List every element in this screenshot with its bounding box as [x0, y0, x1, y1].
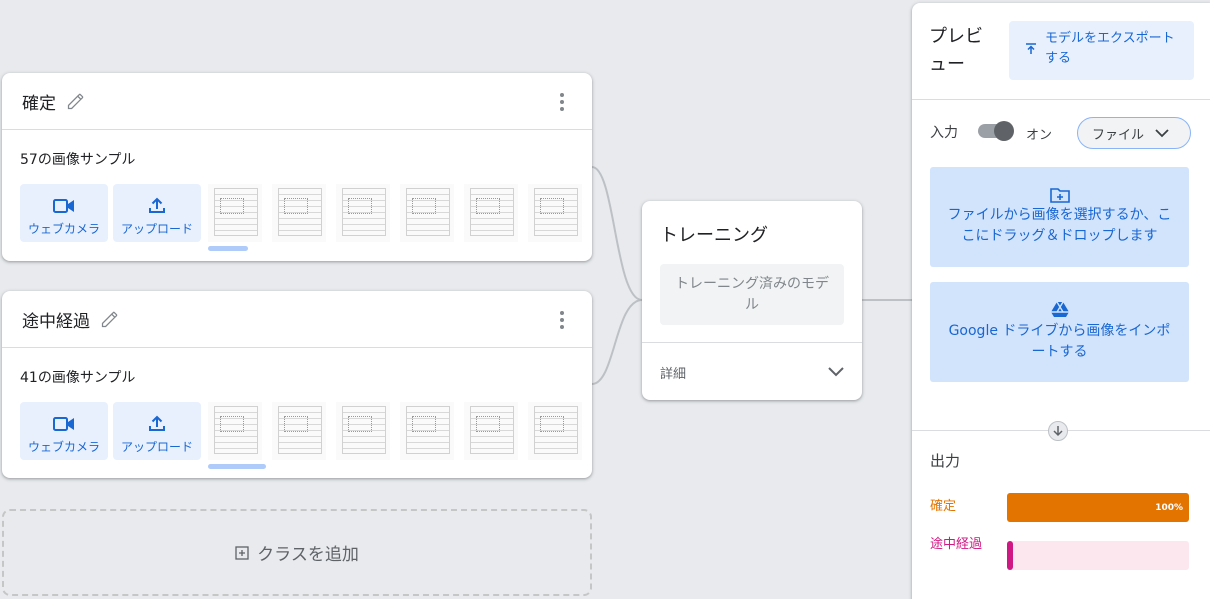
sample-thumbnail[interactable] [208, 402, 262, 460]
class-card-1: 確定 57の画像サンプル ウェブカメラ アップロード [2, 73, 592, 261]
file-drop-label: ファイルから画像を選択するか、ここにドラッグ＆ドロップします [947, 207, 1172, 244]
chevron-down-icon[interactable] [826, 361, 846, 381]
sample-thumbnail[interactable] [528, 402, 582, 460]
sample-thumbnail[interactable] [464, 402, 518, 460]
result-label-1: 確定 [930, 499, 957, 514]
input-toggle[interactable] [978, 121, 1014, 141]
thumbnail-scrollbar[interactable] [208, 246, 248, 251]
add-box-icon [235, 545, 249, 560]
sample-thumbnails[interactable] [208, 402, 592, 460]
thumbnail-scrollbar[interactable] [208, 464, 266, 469]
sample-thumbnail[interactable] [208, 184, 262, 242]
webcam-button[interactable]: ウェブカメラ [20, 402, 108, 460]
sample-thumbnail[interactable] [336, 184, 390, 242]
class-name[interactable]: 確定 [22, 89, 56, 114]
webcam-button[interactable]: ウェブカメラ [20, 184, 108, 242]
sample-thumbnail[interactable] [400, 402, 454, 460]
sample-thumbnail[interactable] [400, 184, 454, 242]
drive-import-label: Google ドライブから画像をインポートする [948, 323, 1171, 360]
sample-count: 57の画像サンプル [20, 152, 136, 168]
more-vert-icon[interactable] [554, 93, 570, 111]
details-toggle[interactable]: 詳細 [660, 363, 686, 382]
add-class-label: クラスを追加 [257, 545, 359, 565]
result-bar-2 [1007, 541, 1189, 570]
videocam-icon [53, 417, 74, 431]
arrow-down-icon [1048, 421, 1068, 441]
class-card-2: 途中経過 41の画像サンプル ウェブカメラ アップロード [2, 291, 592, 478]
export-icon [1026, 43, 1036, 54]
sample-thumbnail[interactable] [272, 184, 326, 242]
videocam-icon [53, 199, 74, 213]
training-title: トレーニング [660, 225, 768, 246]
folder-add-icon [1049, 188, 1070, 203]
more-vert-icon[interactable] [554, 311, 570, 329]
divider [642, 342, 862, 343]
upload-icon [149, 197, 165, 213]
chevron-down-icon [1155, 129, 1169, 138]
pencil-icon[interactable] [66, 91, 86, 111]
file-drop-zone[interactable]: ファイルから画像を選択するか、ここにドラッグ＆ドロップします [930, 167, 1189, 267]
export-model-button[interactable]: モデルをエクスポートする [1009, 21, 1194, 80]
webcam-label: ウェブカメラ [27, 222, 100, 236]
result-label-2: 途中経過 [930, 537, 983, 552]
result-bar-1: 100% [1007, 493, 1189, 522]
export-label: モデルをエクスポートする [1045, 31, 1175, 66]
select-value: ファイル [1092, 127, 1145, 143]
sample-thumbnail[interactable] [336, 402, 390, 460]
google-drive-icon [1050, 301, 1069, 317]
result-fill [1007, 541, 1013, 570]
input-label: 入力 [930, 125, 958, 141]
upload-label: アップロード [120, 222, 193, 236]
result-fill: 100% [1007, 493, 1189, 522]
class-name[interactable]: 途中経過 [22, 307, 90, 332]
upload-button[interactable]: アップロード [113, 402, 201, 460]
divider [912, 99, 1210, 100]
upload-label: アップロード [120, 440, 193, 454]
training-card: トレーニング トレーニング済みのモデル 詳細 [642, 201, 862, 400]
input-source-select[interactable]: ファイル [1077, 117, 1191, 149]
add-class-button[interactable]: クラスを追加 [2, 509, 592, 596]
upload-icon [149, 415, 165, 431]
sample-thumbnail[interactable] [272, 402, 326, 460]
sample-thumbnails[interactable] [208, 184, 592, 242]
upload-button[interactable]: アップロード [113, 184, 201, 242]
sample-count: 41の画像サンプル [20, 370, 136, 386]
class-header: 確定 [2, 73, 592, 130]
sample-thumbnail[interactable] [464, 184, 518, 242]
drive-import-button[interactable]: Google ドライブから画像をインポートする [930, 282, 1189, 382]
webcam-label: ウェブカメラ [27, 440, 100, 454]
sample-thumbnail[interactable] [528, 184, 582, 242]
trained-model-button[interactable]: トレーニング済みのモデル [660, 264, 844, 325]
preview-panel: プレビュー モデルをエクスポートする 入力 オン ファイル ファイルから画像を選… [912, 3, 1210, 599]
output-label: 出力 [930, 452, 961, 470]
toggle-label: オン [1026, 128, 1053, 143]
pencil-icon[interactable] [100, 309, 120, 329]
class-header: 途中経過 [2, 291, 592, 348]
preview-title: プレビュー [929, 26, 983, 75]
